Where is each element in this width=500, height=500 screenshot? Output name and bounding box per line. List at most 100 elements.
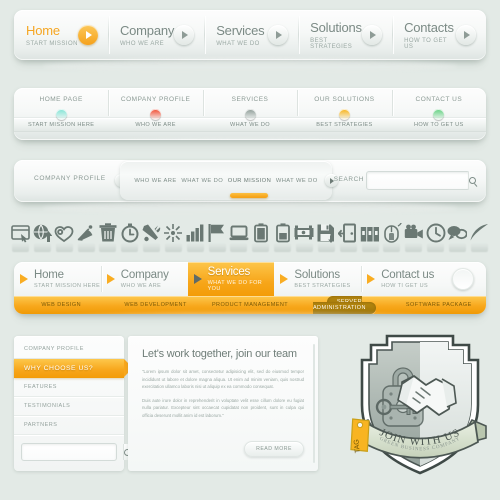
navbar-dots-subtitle-cell: START MISSION HERE bbox=[14, 117, 108, 132]
submenu-item-software-package[interactable]: SOFTWARE PACKAGE bbox=[392, 302, 486, 308]
tab-label: OUR MISSION bbox=[227, 177, 272, 184]
play-icon[interactable] bbox=[268, 25, 289, 45]
satellite-dish-icon[interactable] bbox=[76, 222, 97, 243]
triangle-icon bbox=[193, 274, 202, 284]
heart-favorite-icon[interactable] bbox=[54, 222, 75, 243]
navbar-primary-item-company[interactable]: Company WHO WE ARE bbox=[107, 10, 204, 60]
sidebar-item-testimonials[interactable]: TESTIMONIALS bbox=[14, 397, 124, 416]
nav-item-title: Contacts bbox=[404, 19, 454, 35]
speech-bubbles-icon[interactable] bbox=[447, 222, 468, 243]
search-box bbox=[366, 171, 476, 190]
triangle-icon bbox=[280, 274, 289, 284]
tab-label: WHO WE ARE bbox=[134, 177, 177, 184]
submenu-item-web-development[interactable]: WEB DEVELOPMENT bbox=[108, 302, 202, 308]
play-icon[interactable] bbox=[362, 25, 383, 45]
navbar-yellow-item-home[interactable]: Home START MISSION HERE bbox=[14, 262, 101, 296]
search-input[interactable] bbox=[367, 172, 468, 189]
video-camera-icon[interactable] bbox=[403, 222, 424, 243]
brand-label: COMPANY PROFILE bbox=[34, 175, 106, 182]
tools-icon[interactable] bbox=[141, 222, 162, 243]
flag-icon[interactable] bbox=[207, 222, 228, 243]
circle-button[interactable] bbox=[451, 268, 474, 290]
navbar-dots-item-3[interactable]: OUR SOLUTIONS bbox=[297, 88, 391, 140]
compass-icon[interactable] bbox=[163, 222, 184, 243]
submenu-label: WEB DEVELOPMENT bbox=[124, 302, 187, 308]
trash-icon[interactable] bbox=[97, 222, 118, 243]
search-button[interactable] bbox=[468, 172, 476, 189]
navbar-yellow-item-services[interactable]: Services WHAT WE DO FOR YOU bbox=[187, 262, 275, 296]
tab-what-we-do[interactable]: WHAT WE DO bbox=[181, 178, 223, 184]
sidebar-search-box bbox=[21, 443, 131, 461]
navbar-yellow-item-contact-us[interactable]: Contact us HOW TI GET US bbox=[361, 262, 448, 296]
triangle-icon bbox=[20, 274, 28, 284]
navbar-primary-item-solutions[interactable]: Solutions BEST STRATEGIES bbox=[298, 10, 392, 60]
nav-item-title: HOME PAGE bbox=[39, 96, 83, 103]
laptop-icon[interactable] bbox=[228, 222, 249, 243]
content-scrollbar[interactable] bbox=[313, 344, 315, 463]
nav-item-title: Contact us bbox=[381, 269, 435, 281]
navbar-dots-subtitle-cell: WHO WE ARE bbox=[108, 117, 202, 132]
play-icon[interactable] bbox=[77, 25, 98, 45]
nav-item-title: Home bbox=[26, 22, 60, 38]
floppy-save-icon[interactable] bbox=[316, 222, 337, 243]
sidebar-item-company-profile[interactable]: COMPANY PROFILE bbox=[14, 340, 124, 359]
sidebar-item-why-choose-us-[interactable]: WHY CHOOSE US? bbox=[14, 359, 133, 378]
nav-item-title: Company bbox=[119, 22, 175, 38]
film-reel-icon[interactable] bbox=[294, 222, 315, 243]
nav-item-title: Home bbox=[34, 269, 64, 281]
sidebar-item-label: COMPANY PROFILE bbox=[24, 346, 84, 352]
content-panel: Let's work together, join our team "Lore… bbox=[128, 336, 318, 471]
sidebar-item-partners[interactable]: PARTNERS bbox=[14, 416, 124, 435]
globe-upload-icon[interactable] bbox=[32, 222, 53, 243]
read-more-button[interactable]: READ MORE bbox=[244, 441, 304, 457]
submenu-item-product-management[interactable]: PRODUCT MANAGEMENT bbox=[203, 302, 297, 308]
stopwatch-icon[interactable] bbox=[119, 222, 140, 243]
submenu-item-web-design[interactable]: WEB DESIGN bbox=[14, 302, 108, 308]
navbar-dots-item-1[interactable]: COMPANY PROFILE bbox=[108, 88, 202, 140]
battery-full-icon[interactable] bbox=[250, 222, 271, 243]
navbar-primary: Home START MISSION Company WHO WE ARE Servic… bbox=[14, 10, 486, 73]
navbar-dots: HOME PAGE COMPANY PROFILE SERVICES OUR SOLU… bbox=[14, 88, 486, 140]
navbar-dots-item-2[interactable]: SERVICES bbox=[202, 88, 297, 140]
tab-pill-group: WHO WE ARE WHAT WE DO OUR MISSION WHAT WE D… bbox=[120, 161, 332, 200]
mouse-icon[interactable] bbox=[381, 222, 402, 243]
submenu-item-server-administration[interactable]: SERVER ADMINISTRATION bbox=[297, 296, 391, 314]
tab-what-we-do[interactable]: WHAT WE DO bbox=[276, 178, 318, 184]
nav-item-subtitle: BEST STRATEGIES bbox=[310, 37, 353, 50]
badge-tag-label: TAG bbox=[353, 439, 361, 454]
navbar-yellow-item-company[interactable]: Company WHO WE ARE bbox=[100, 262, 188, 296]
navbar-primary-item-home[interactable]: Home START MISSION bbox=[14, 10, 108, 60]
navbar-primary-item-contacts[interactable]: Contacts HOW TO GET US bbox=[392, 10, 486, 60]
submenu-label: WEB DESIGN bbox=[41, 302, 82, 308]
exit-door-icon[interactable] bbox=[338, 222, 359, 243]
search-icon bbox=[469, 177, 476, 184]
binders-icon[interactable] bbox=[360, 222, 381, 243]
bar-chart-icon[interactable] bbox=[185, 222, 206, 243]
navbar-yellow-item-solutions[interactable]: Solutions BEST STRATEGIES bbox=[274, 262, 361, 296]
nav-item-subtitle: START MISSION HERE bbox=[34, 283, 101, 289]
navbar-dots-subtitle-cell: BEST STRATEGIES bbox=[297, 117, 391, 132]
feather-icon[interactable] bbox=[469, 222, 490, 243]
navbar-dots-item-4[interactable]: CONTACT US bbox=[391, 88, 486, 140]
play-icon[interactable] bbox=[456, 25, 476, 45]
sidebar-item-label: TESTIMONIALS bbox=[24, 403, 71, 409]
nav-item-title: Company bbox=[120, 269, 169, 281]
triangle-icon bbox=[367, 274, 376, 284]
tab-our-mission[interactable]: OUR MISSION bbox=[227, 177, 272, 198]
nav-item-title: COMPANY PROFILE bbox=[120, 96, 191, 103]
nav-item-subtitle: BEST STRATEGIES bbox=[294, 283, 351, 289]
icon-set-row bbox=[10, 222, 490, 256]
navbar-primary-item-services[interactable]: Services WHAT WE DO bbox=[204, 10, 298, 60]
play-icon[interactable] bbox=[174, 25, 195, 45]
nav-item-subtitle: HOW TO GET US bbox=[404, 37, 447, 50]
shield-handshake-lock-emblem: JOIN WITH US GREEN BUSINESS COMPANY TAG bbox=[350, 334, 487, 475]
sidebar-item-features[interactable]: FEATURES bbox=[14, 378, 124, 397]
tab-who-we-are[interactable]: WHO WE ARE bbox=[134, 178, 176, 184]
clock-icon[interactable] bbox=[425, 222, 446, 243]
nav-item-subtitle: HOW TI GET US bbox=[381, 283, 429, 289]
navbar-dots-item-0[interactable]: HOME PAGE bbox=[14, 88, 108, 140]
browser-window-icon[interactable] bbox=[10, 222, 31, 243]
battery-half-icon[interactable] bbox=[272, 222, 293, 243]
sidebar-search-input[interactable] bbox=[22, 444, 123, 460]
navbar-dots-subtitle-cell: HOW TO GET US bbox=[392, 117, 486, 132]
